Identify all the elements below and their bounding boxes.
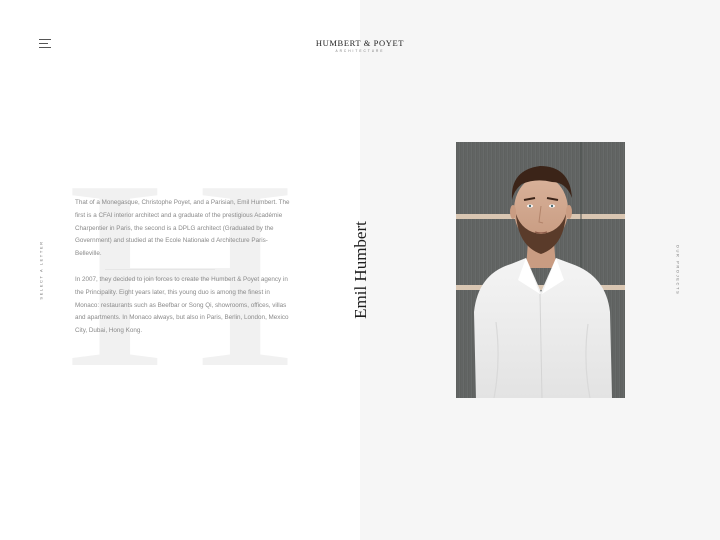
logo-subtitle: ARCHITECTURE <box>335 49 385 53</box>
bio-text: That of a Monegasque, Christophe Poyet, … <box>75 197 290 338</box>
bio-paragraph-1: That of a Monegasque, Christophe Poyet, … <box>75 199 290 258</box>
bio-divider <box>105 269 215 270</box>
bio-paragraph-2: In 2007, they decided to join forces to … <box>75 275 289 335</box>
portrait-photo <box>456 142 625 398</box>
logo-title: HUMBERT & POYET <box>315 38 405 48</box>
select-letter-link[interactable]: SELECT A LETTER <box>39 240 44 299</box>
logo[interactable]: HUMBERT & POYET ARCHITECTURE <box>0 38 720 53</box>
our-projects-link[interactable]: OUR PROJECTS <box>676 245 681 296</box>
person-name: Emil Humbert <box>351 221 370 319</box>
